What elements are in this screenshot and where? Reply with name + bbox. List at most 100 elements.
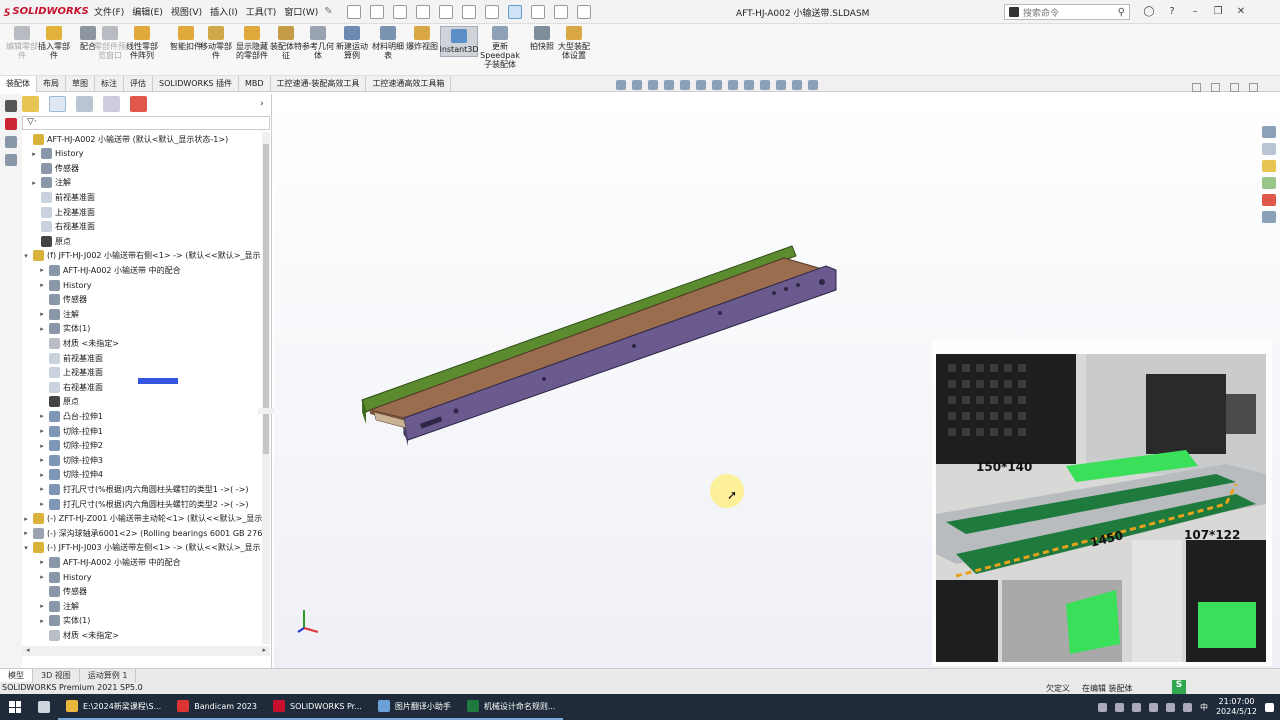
ribbon-button[interactable]: 大型装配体设置 (558, 26, 590, 60)
expand-toggle-icon[interactable]: ▸ (38, 266, 46, 274)
bottom-tab[interactable]: 模型 (0, 668, 33, 683)
tree-row[interactable]: 传感器 (38, 585, 87, 599)
expand-arrow-icon[interactable] (5, 100, 17, 112)
taskbar-app[interactable]: 图片翻译小助手 (369, 694, 459, 720)
ribbon-button[interactable]: 线性零部件阵列 (126, 26, 158, 60)
options-gear-icon[interactable] (576, 4, 591, 19)
expand-toggle-icon[interactable]: ▸ (38, 485, 46, 493)
menu-item[interactable]: 工具(T) (246, 5, 277, 18)
tree-scrollbar[interactable] (262, 132, 270, 644)
clock[interactable]: 21:07:00 2024/5/12 (1216, 697, 1257, 717)
menu-item[interactable]: 插入(I) (210, 5, 238, 18)
network-icon[interactable] (1165, 702, 1175, 712)
panel-expand-icon[interactable]: › (260, 99, 264, 109)
render-tools-icon[interactable] (792, 80, 802, 90)
expand-toggle-icon[interactable]: ▸ (22, 515, 30, 523)
tree-row[interactable]: 传感器 (30, 161, 79, 175)
tree-row[interactable]: 前视基准面 (30, 190, 95, 204)
expand-toggle-icon[interactable]: ▸ (38, 310, 46, 318)
tree-row[interactable]: 原点 (38, 395, 79, 409)
expand-toggle-icon[interactable]: ▸ (38, 412, 46, 420)
scroll-left-icon[interactable]: ◂ (26, 646, 30, 654)
ribbon-button[interactable]: 编辑零部件 (6, 26, 38, 60)
section-view-icon[interactable] (664, 80, 674, 90)
tree-row[interactable]: ▾ (f) JFT-HJ-J002 小输送带右侧<1> -> (默认<<默认>_显… (22, 249, 260, 263)
expand-toggle-icon[interactable]: ▸ (30, 179, 38, 187)
ime-indicator[interactable]: 中 (1200, 702, 1208, 713)
notification-icon[interactable] (1265, 702, 1274, 712)
tree-row[interactable]: ▸ (-) 深沟球轴承6001<2> (Rolling bearings 6001… (22, 526, 262, 540)
ribbon-button[interactable]: 材料明细表 (372, 26, 404, 60)
viewport-minimize-icon[interactable] (1192, 83, 1201, 92)
hide-show-items-icon[interactable] (728, 80, 738, 90)
tree-row[interactable]: ▸ 打孔尺寸(%根据)内六角圆柱头螺钉的类型1 ->( ->) (38, 482, 248, 496)
tray-icon-3[interactable] (1131, 702, 1141, 712)
tray-icon-4[interactable] (1148, 702, 1158, 712)
previous-view-icon[interactable] (648, 80, 658, 90)
feature-tree-tab-icon[interactable] (22, 96, 39, 112)
display-style-icon[interactable] (712, 80, 722, 90)
bottom-tab[interactable]: 运动算例 1 (80, 668, 137, 683)
viewport-restore-icon[interactable] (1211, 83, 1220, 92)
command-tab[interactable]: MBD (239, 75, 271, 92)
minimize-icon[interactable]: – (1188, 4, 1202, 18)
tree-row[interactable]: ▸ 凸台-拉伸1 (38, 409, 103, 423)
custom-properties-icon[interactable] (1262, 211, 1276, 223)
taskbar-app[interactable]: SOLIDWORKS Pr... (264, 694, 370, 720)
tree-row[interactable]: ▸ 注解 (30, 176, 71, 190)
tree-row[interactable]: ▸ AFT-HJ-A002 小输送带 中的配合 (38, 555, 181, 569)
undo-icon[interactable] (461, 4, 476, 19)
redo-icon[interactable] (484, 4, 499, 19)
command-tab[interactable]: 布局 (37, 75, 66, 92)
taskbar-app[interactable]: Bandicam 2023 (169, 694, 265, 720)
command-tab[interactable]: 标注 (95, 75, 124, 92)
taskbar-app[interactable]: E:\2024新梁课程\S... (58, 694, 170, 720)
expand-toggle-icon[interactable]: ▸ (22, 529, 30, 537)
ribbon-button[interactable]: 参考几何体 (302, 26, 334, 60)
tree-row[interactable]: 传感器 (38, 293, 87, 307)
ribbon-button[interactable]: 爆炸视图 (406, 26, 438, 51)
configuration-tab-icon[interactable] (76, 96, 93, 112)
expand-toggle-icon[interactable]: ▾ (22, 544, 30, 552)
file-explorer-icon[interactable] (1262, 160, 1276, 172)
open-icon[interactable] (392, 4, 407, 19)
display-pane-icon[interactable] (5, 136, 17, 148)
tree-row[interactable]: ▸ 注解 (38, 307, 79, 321)
ribbon-button[interactable]: 装配体特征 (270, 26, 302, 60)
tray-icon-2[interactable] (1114, 702, 1124, 712)
expand-toggle-icon[interactable]: ▸ (38, 602, 46, 610)
dimxpert-tab-icon[interactable] (103, 96, 120, 112)
tree-horizontal-scrollbar[interactable]: ◂ ▸ (22, 646, 270, 656)
menu-item[interactable]: 视图(V) (171, 5, 202, 18)
expand-toggle-icon[interactable]: ▸ (38, 325, 46, 333)
monitor-icon[interactable] (808, 80, 818, 90)
scroll-right-icon[interactable]: ▸ (262, 646, 266, 654)
tree-row[interactable]: ▸ 打孔尺寸(%根据)内六角圆柱头螺钉的类型2 ->( ->) (38, 497, 248, 511)
command-tab[interactable]: 评估 (124, 75, 153, 92)
command-tab[interactable]: 工控速通-装配高效工具 (271, 75, 367, 92)
view-orientation-icon[interactable] (696, 80, 706, 90)
view-palette-icon[interactable] (1262, 177, 1276, 189)
expand-toggle-icon[interactable]: ▸ (38, 500, 46, 508)
appearances-icon[interactable] (1262, 194, 1276, 206)
menu-item[interactable]: 文件(F) (94, 5, 124, 18)
tree-row[interactable]: 右视基准面 (30, 220, 95, 234)
tree-row[interactable]: 右视基准面 (38, 380, 103, 394)
tree-row[interactable]: 材质 <未指定> (38, 628, 119, 642)
print-icon[interactable] (438, 4, 453, 19)
tree-row[interactable]: ▸ 注解 (38, 599, 79, 613)
task-view-button[interactable] (30, 694, 58, 720)
expand-toggle-icon[interactable]: ▸ (38, 617, 46, 625)
viewport-close-icon[interactable] (1249, 83, 1258, 92)
expand-toggle-icon[interactable]: ▸ (30, 150, 38, 158)
status-addin-icon[interactable]: S (1172, 680, 1186, 694)
expand-toggle-icon[interactable]: ▸ (38, 573, 46, 581)
view-settings-icon[interactable] (776, 80, 786, 90)
tree-row[interactable]: ▸ History (38, 278, 91, 292)
tree-row[interactable]: ▸ History (38, 570, 91, 584)
expand-toggle-icon[interactable]: ▸ (38, 456, 46, 464)
history-pane-icon[interactable] (5, 154, 17, 166)
ribbon-button[interactable]: 零部件预览窗口 (94, 26, 126, 60)
command-tab[interactable]: SOLIDWORKS 插件 (153, 75, 239, 92)
tree-row[interactable]: 上视基准面 (30, 205, 95, 219)
